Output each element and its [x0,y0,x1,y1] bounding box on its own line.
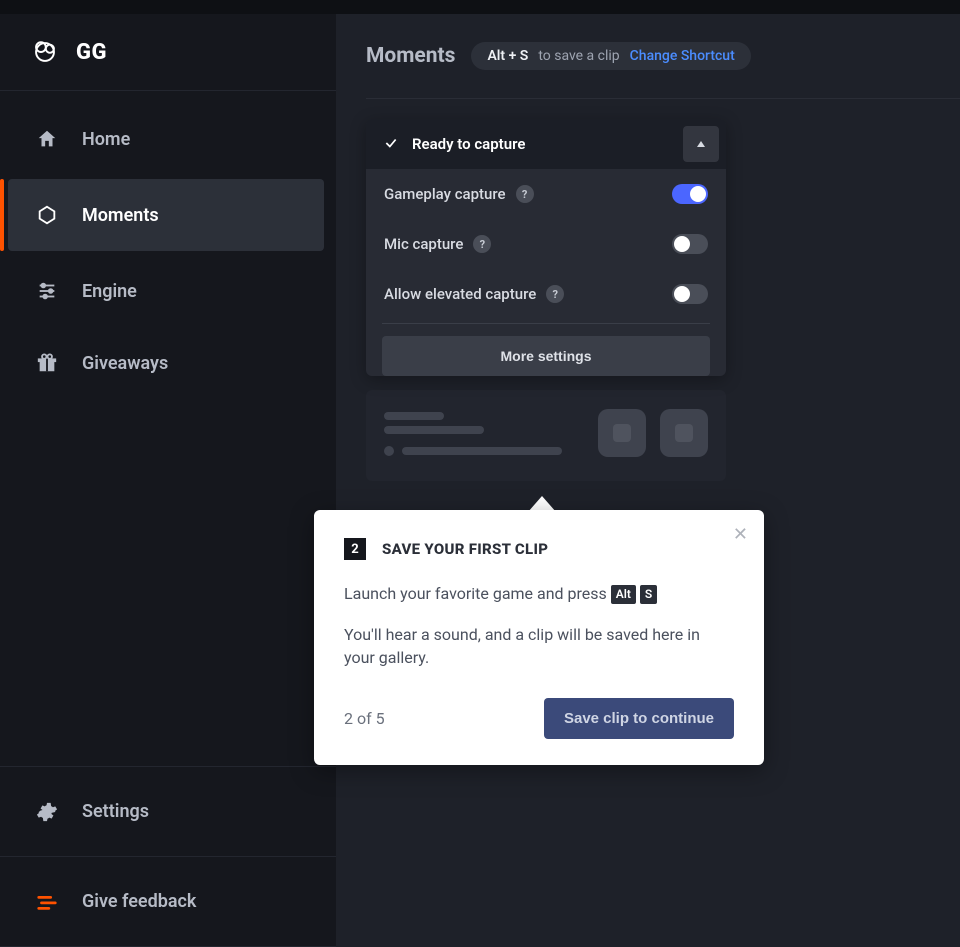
sidebar-item-moments[interactable]: Moments [8,179,324,251]
close-button[interactable]: ✕ [733,524,748,545]
sidebar-item-engine[interactable]: Engine [0,255,336,327]
check-icon [384,135,398,154]
sidebar-item-giveaways[interactable]: Giveaways [0,327,336,399]
sidebar-item-feedback[interactable]: Give feedback [0,857,336,947]
tour-card: ✕ 2 SAVE YOUR FIRST CLIP Launch your fav… [314,510,764,765]
sidebar-item-label: Moments [82,205,159,226]
sidebar-item-label: Give feedback [82,891,196,912]
page-title: Moments [366,44,455,68]
help-icon[interactable]: ? [516,185,534,203]
toggle-gameplay-capture[interactable] [672,184,708,204]
tour-line2: You'll hear a sound, and a clip will be … [344,623,734,669]
chevron-up-icon [696,139,706,149]
brand: GG [0,14,336,91]
placeholder-thumb [598,409,646,457]
home-icon [34,128,60,150]
toggle-row-elevated: Allow elevated capture ? [366,269,726,319]
key-chip-alt: Alt [611,585,636,604]
help-icon[interactable]: ? [546,285,564,303]
toggle-mic-capture[interactable] [672,234,708,254]
shortcut-keys: Alt + S [487,48,528,64]
capture-panel: Ready to capture Gameplay capture ? Mic … [366,119,726,376]
toggle-label: Allow elevated capture [384,285,536,303]
key-chip-s: S [640,585,657,604]
gear-icon [34,801,60,823]
sidebar-bottom: Settings Give feedback [0,766,336,947]
brand-name: GG [76,40,107,65]
tour-line1: Launch your favorite game and press [344,584,611,603]
clip-placeholder-card [366,390,726,481]
toggle-label: Gameplay capture [384,185,506,203]
sidebar-item-label: Settings [82,801,149,822]
gift-icon [34,352,60,374]
step-number-badge: 2 [344,538,366,560]
collapse-button[interactable] [683,126,719,162]
tour-body: Launch your favorite game and press Alt … [344,582,734,670]
help-icon[interactable]: ? [473,235,491,253]
sidebar: GG Home Moments Engine [0,14,336,947]
sidebar-item-settings[interactable]: Settings [0,767,336,857]
save-clip-continue-button[interactable]: Save clip to continue [544,698,734,739]
sidebar-item-home[interactable]: Home [0,103,336,175]
capture-status-header[interactable]: Ready to capture [366,119,726,169]
steelseries-logo-icon [32,36,58,68]
sidebar-item-label: Giveaways [82,353,168,374]
toggle-label: Mic capture [384,235,463,253]
sliders-icon [34,280,60,302]
window-titlebar [0,0,960,14]
toggle-row-gameplay: Gameplay capture ? [366,169,726,219]
more-settings-button[interactable]: More settings [382,336,710,376]
tour-progress: 2 of 5 [344,709,385,728]
moments-icon [34,204,60,226]
feedback-icon [34,891,60,913]
capture-status-text: Ready to capture [412,135,525,153]
page-header: Moments Alt + S to save a clip Change Sh… [366,42,960,99]
main-content: Moments Alt + S to save a clip Change Sh… [336,14,960,947]
toggle-elevated-capture[interactable] [672,284,708,304]
toggle-row-mic: Mic capture ? [366,219,726,269]
placeholder-lines [384,406,584,461]
shortcut-text: to save a clip [538,48,619,64]
primary-nav: Home Moments Engine Giveaways [0,91,336,399]
shortcut-pill: Alt + S to save a clip Change Shortcut [471,42,750,70]
change-shortcut-link[interactable]: Change Shortcut [630,48,735,64]
tour-title: SAVE YOUR FIRST CLIP [382,540,548,558]
sidebar-item-label: Engine [82,281,137,302]
placeholder-thumb [660,409,708,457]
sidebar-item-label: Home [82,129,130,150]
close-icon: ✕ [733,524,748,544]
